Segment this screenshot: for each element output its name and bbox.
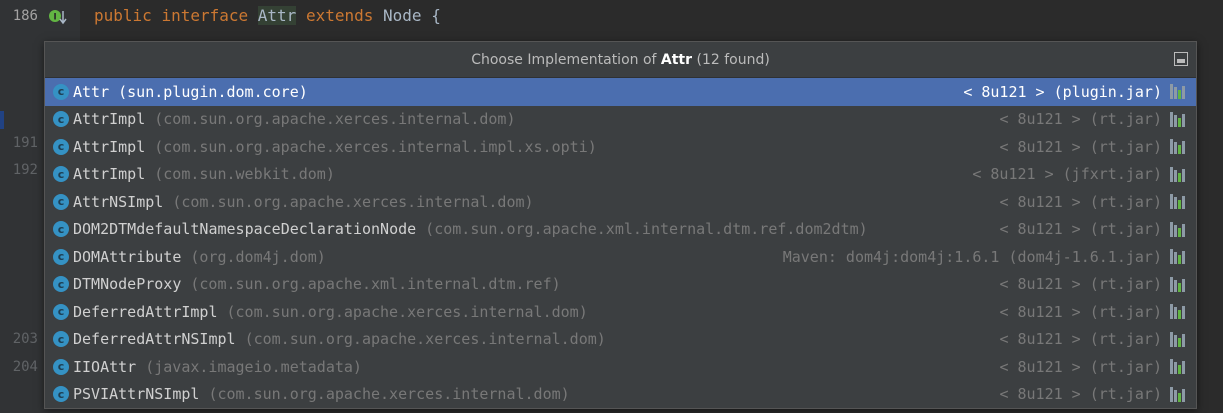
list-item[interactable]: AttrImpl (com.sun.webkit.dom) < 8u121 > (j… (45, 161, 1196, 189)
list-item[interactable]: AttrImpl (com.sun.org.apache.xerces.inter… (45, 133, 1196, 161)
library-jar-icon (1170, 331, 1186, 347)
implemented-by-icon[interactable]: I (48, 8, 68, 26)
class-icon (53, 193, 69, 210)
package-name: (org.dom4j.dom) (190, 247, 326, 266)
title-interface: Attr (660, 51, 693, 68)
list-item[interactable]: DTMNodeProxy (com.sun.org.apache.xml.inte… (45, 271, 1196, 299)
library-jar-icon (1170, 304, 1186, 319)
keyword: interface (161, 6, 249, 25)
pin-window-icon[interactable] (1174, 52, 1188, 66)
class-name: Attr (73, 82, 110, 101)
list-item[interactable]: PSVIAttrNSImpl (com.sun.org.apache.xerces… (45, 381, 1196, 409)
library-location: < 8u121 > (rt.jar) (999, 220, 1162, 239)
class-icon (53, 276, 69, 293)
code-line: public interface Attr extends Node { (94, 6, 441, 25)
package-name: (com.sun.org.apache.xerces.internal.impl… (154, 137, 597, 156)
class-icon (53, 83, 69, 100)
library-jar-icon (1170, 194, 1186, 209)
library-jar-icon (1170, 84, 1186, 99)
class-icon (53, 303, 69, 320)
title-prefix: Choose Implementation of (471, 51, 661, 68)
class-icon (53, 166, 69, 183)
library-location: < 8u121 > (rt.jar) (999, 330, 1162, 349)
class-icon (53, 358, 69, 375)
class-name: DTMNodeProxy (73, 275, 182, 294)
package-name: (com.sun.org.apache.xerces.internal.dom) (208, 385, 570, 404)
library-location: < 8u121 > (plugin.jar) (963, 82, 1162, 101)
class-name: AttrNSImpl (73, 192, 164, 211)
library-location: < 8u121 > (rt.jar) (999, 110, 1162, 129)
library-jar-icon (1170, 386, 1186, 402)
library-location: < 8u121 > (rt.jar) (999, 192, 1162, 211)
line-number: 191 (12, 135, 38, 151)
package-name: (com.sun.org.apache.xerces.internal.dom) (226, 302, 588, 321)
class-name: AttrImpl (73, 137, 146, 156)
class-icon (53, 386, 69, 403)
class-icon (53, 248, 69, 265)
library-jar-icon (1170, 249, 1186, 264)
library-location: < 8u121 > (rt.jar) (999, 357, 1162, 376)
package-name: (sun.plugin.dom.core) (118, 82, 308, 101)
library-jar-icon (1170, 111, 1186, 127)
class-name: AttrImpl (73, 110, 146, 129)
library-jar-icon (1170, 221, 1186, 237)
line-number: 204 (12, 359, 38, 375)
class-icon (53, 331, 69, 348)
line-number: 186 (12, 8, 38, 24)
library-jar-icon (1170, 166, 1186, 182)
class-name: PSVIAttrNSImpl (73, 385, 200, 404)
library-location: < 8u121 > (rt.jar) (999, 302, 1162, 321)
list-item[interactable]: DeferredAttrImpl (com.sun.org.apache.xerc… (45, 298, 1196, 326)
popup-title: Choose Implementation of Attr (12 found) (45, 42, 1196, 78)
package-name: (com.sun.org.apache.xerces.internal.dom) (244, 330, 606, 349)
package-name: (com.sun.org.apache.xerces.internal.dom) (172, 192, 534, 211)
package-name: (com.sun.org.apache.xml.internal.dtm.ref… (190, 275, 561, 294)
library-location: < 8u121 > (rt.jar) (999, 275, 1162, 294)
library-location: < 8u121 > (jfxrt.jar) (972, 165, 1162, 184)
interface-name[interactable]: Attr (257, 6, 297, 25)
class-icon (53, 221, 69, 238)
library-location: < 8u121 > (rt.jar) (999, 385, 1162, 404)
package-name: (com.sun.org.apache.xerces.internal.dom) (154, 110, 516, 129)
list-item[interactable]: IIOAttr (javax.imageio.metadata) < 8u121 >… (45, 353, 1196, 381)
library-jar-icon (1170, 139, 1186, 154)
class-name: AttrImpl (73, 165, 146, 184)
package-name: (com.sun.org.apache.xml.internal.dtm.ref… (425, 220, 868, 239)
class-name: DOM2DTMdefaultNamespaceDeclarationNode (73, 220, 417, 239)
library-location: Maven: dom4j:dom4j:1.6.1 (dom4j-1.6.1.ja… (782, 247, 1162, 266)
list-item[interactable]: DeferredAttrNSImpl (com.sun.org.apache.xe… (45, 326, 1196, 354)
list-item[interactable]: DOMAttribute (org.dom4j.dom) Maven: dom4j:… (45, 243, 1196, 271)
class-icon (53, 138, 69, 155)
code-text: Node { (383, 6, 441, 25)
line-number: 203 (12, 331, 38, 347)
svg-text:I: I (53, 13, 56, 23)
library-location: < 8u121 > (rt.jar) (999, 137, 1162, 156)
class-name: DOMAttribute (73, 247, 182, 266)
list-item[interactable]: AttrNSImpl (com.sun.org.apache.xerces.int… (45, 188, 1196, 216)
implementation-list: Attr (sun.plugin.dom.core) < 8u121 > (plug… (45, 78, 1196, 408)
package-name: (com.sun.webkit.dom) (154, 165, 335, 184)
library-jar-icon (1170, 276, 1186, 292)
class-icon (53, 111, 69, 128)
line-number: 192 (12, 162, 38, 178)
list-item[interactable]: AttrImpl (com.sun.org.apache.xerces.inter… (45, 106, 1196, 134)
list-item[interactable]: DOM2DTMdefaultNamespaceDeclarationNode (c… (45, 216, 1196, 244)
title-count: (12 found) (692, 51, 770, 68)
keyword: extends (305, 6, 374, 25)
class-name: DeferredAttrImpl (73, 302, 218, 321)
choose-implementation-popup: Choose Implementation of Attr (12 found)… (44, 41, 1197, 409)
class-name: IIOAttr (73, 357, 137, 376)
class-name: DeferredAttrNSImpl (73, 330, 236, 349)
list-item[interactable]: Attr (sun.plugin.dom.core) < 8u121 > (plug… (45, 78, 1196, 106)
keyword: public (94, 6, 152, 25)
package-name: (javax.imageio.metadata) (145, 357, 362, 376)
library-jar-icon (1170, 359, 1186, 374)
